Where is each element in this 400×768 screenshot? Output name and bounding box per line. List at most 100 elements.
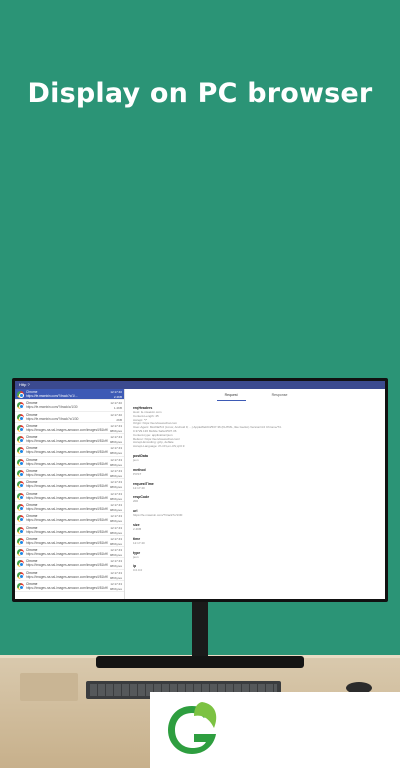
detail-field: url https://fe.mweixin.com/?/track?c/1/30: [133, 509, 379, 518]
detail-field: method POST: [133, 468, 379, 477]
detail-value: 12:17:40: [133, 485, 145, 490]
request-row[interactable]: Chrome https://images-na.ssl-images-amazo…: [15, 457, 124, 469]
request-url: https://images-na.ssl-images-amazon.com/…: [26, 473, 108, 478]
request-size: 989bytes: [109, 507, 122, 512]
request-url: https://images-na.ssl-images-amazon.com/…: [26, 484, 108, 489]
request-size: 989bytes: [109, 428, 122, 433]
request-time: 12:17:43: [110, 582, 122, 587]
request-size: 2KB: [116, 417, 122, 422]
detail-field: respCode 200: [133, 495, 379, 504]
request-row[interactable]: Chrome https://images-na.ssl-images-amazo…: [15, 445, 124, 457]
detail-tabs: Request Response: [133, 393, 379, 401]
chrome-icon: [17, 503, 24, 511]
tab-response[interactable]: Response: [264, 393, 296, 401]
chrome-icon: [17, 515, 24, 523]
chrome-icon: [17, 492, 24, 500]
request-size: 989bytes: [109, 485, 122, 490]
request-row[interactable]: Chrome https://images-na.ssl-images-amazo…: [15, 581, 124, 593]
request-time: 12:17:40: [110, 401, 122, 406]
monitor-stand-neck: [192, 602, 208, 664]
request-row[interactable]: Chrome https://images-na.ssl-images-amazo…: [15, 468, 124, 480]
detail-value: 0.0.0.0: [133, 568, 143, 573]
request-url: https://images-na.ssl-images-amazon.com/…: [26, 563, 108, 568]
request-url: https://images-na.ssl-images-amazon.com/…: [26, 495, 108, 500]
monitor: Http ? Chrome https://fe.mweixin.com/?/tr…: [12, 378, 388, 602]
chrome-icon: [17, 560, 24, 568]
request-url: https://images-na.ssl-images-amazon.com/…: [26, 518, 108, 523]
leaf-logo-icon: [168, 702, 217, 754]
request-url: https://images-na.ssl-images-amazon.com/…: [26, 506, 108, 511]
detail-field: type json: [133, 551, 379, 560]
detail-fields: reqHeaders Host: fe.mweixin.com Content-L…: [133, 406, 379, 573]
request-row[interactable]: Chrome https://images-na.ssl-images-amazo…: [15, 536, 124, 548]
detail-value: json: [133, 554, 139, 559]
request-row[interactable]: Chrome https://images-na.ssl-images-amazo…: [15, 525, 124, 536]
request-size: 989bytes: [109, 474, 122, 479]
logo-badge: [150, 692, 400, 768]
chrome-icon: [17, 537, 24, 545]
browser-screen: Http ? Chrome https://fe.mweixin.com/?/tr…: [15, 381, 385, 599]
chrome-icon: [17, 447, 24, 455]
request-row[interactable]: Chrome https://images-na.ssl-images-amazo…: [15, 502, 124, 514]
chrome-icon: [17, 413, 24, 421]
request-size: 2.4KB: [113, 395, 122, 399]
chrome-icon: [17, 402, 24, 410]
request-row[interactable]: Chrome https://images-na.ssl-images-amazo…: [15, 423, 124, 435]
request-size: 1.4KB: [113, 406, 122, 411]
request-url: https://images-na.ssl-images-amazon.com/…: [26, 552, 108, 557]
request-time: 12:17:43: [110, 525, 122, 530]
chrome-icon: [17, 583, 24, 591]
request-row[interactable]: Chrome https://images-na.ssl-images-amazo…: [15, 547, 124, 559]
chrome-icon: [17, 481, 24, 489]
request-size: 989bytes: [109, 462, 122, 467]
request-url: https://fe.mweixin.com/?/track?c/1/30: [26, 416, 79, 421]
detail-value: json: [133, 457, 139, 462]
request-row[interactable]: Chrome https://images-na.ssl-images-amazo…: [15, 479, 124, 491]
request-url: https://fe.mweixin.com/?/track?c/1/...: [26, 394, 78, 398]
request-size: 989bytes: [109, 451, 122, 456]
request-time: 12:17:43: [110, 548, 122, 553]
detail-value: POST: [133, 471, 142, 476]
request-size: 989bytes: [109, 496, 122, 501]
request-size: 989bytes: [109, 530, 122, 535]
detail-field: postData json: [133, 454, 379, 463]
tab-request[interactable]: Request: [216, 393, 246, 401]
request-row[interactable]: Chrome https://images-na.ssl-images-amazo…: [15, 434, 124, 446]
request-size: 989bytes: [109, 587, 122, 592]
hero-title: Display on PC browser: [27, 78, 373, 109]
request-row[interactable]: Chrome https://images-na.ssl-images-amazo…: [15, 558, 124, 570]
request-row[interactable]: Chrome https://fe.mweixin.com/?/track/c/1…: [15, 400, 124, 412]
request-url: https://images-na.ssl-images-amazon.com/…: [26, 439, 108, 444]
detail-field: size 2.4KB: [133, 523, 379, 532]
detail-value: 12:17:40: [133, 540, 145, 545]
request-row[interactable]: Chrome https://fe.mweixin.com/?/track?c/1…: [15, 412, 124, 423]
chrome-icon: [17, 526, 24, 534]
detail-pane: Request Response reqHeaders Host: fe.mwei…: [127, 389, 385, 599]
chrome-icon: [17, 391, 24, 398]
request-size: 989bytes: [109, 541, 122, 546]
request-url: https://images-na.ssl-images-amazon.com/…: [26, 540, 108, 545]
request-url: https://fe.mweixin.com/?/track/c/1/30: [26, 405, 78, 410]
request-url: https://images-na.ssl-images-amazon.com/…: [26, 586, 108, 591]
request-time: 12:17:43: [110, 536, 122, 541]
request-time: 12:17:43: [110, 435, 122, 440]
detail-field: time 12:17:40: [133, 537, 379, 546]
request-time: 12:17:43: [110, 491, 122, 496]
request-time: 12:17:43: [110, 514, 122, 519]
request-size: 989bytes: [109, 575, 122, 580]
request-row[interactable]: Chrome https://images-na.ssl-images-amazo…: [15, 570, 124, 582]
detail-value: 2.4KB: [133, 526, 142, 531]
request-row[interactable]: Chrome https://images-na.ssl-images-amazo…: [15, 513, 124, 525]
monitor-stand-base: [96, 656, 304, 668]
request-time: 12:17:43: [110, 570, 122, 575]
request-row[interactable]: Chrome https://fe.mweixin.com/?/track?c/1…: [15, 389, 124, 401]
request-url: https://images-na.ssl-images-amazon.com/…: [26, 529, 108, 534]
request-size: 989bytes: [109, 440, 122, 445]
request-size: 989bytes: [109, 564, 122, 569]
request-time: 12:17:43: [110, 469, 122, 474]
request-list[interactable]: Chrome https://fe.mweixin.com/?/track?c/1…: [15, 389, 125, 599]
chrome-icon: [17, 424, 24, 432]
request-row[interactable]: Chrome https://images-na.ssl-images-amazo…: [15, 491, 124, 502]
desk-object: [20, 673, 78, 701]
request-url: https://images-na.ssl-images-amazon.com/…: [26, 427, 108, 432]
